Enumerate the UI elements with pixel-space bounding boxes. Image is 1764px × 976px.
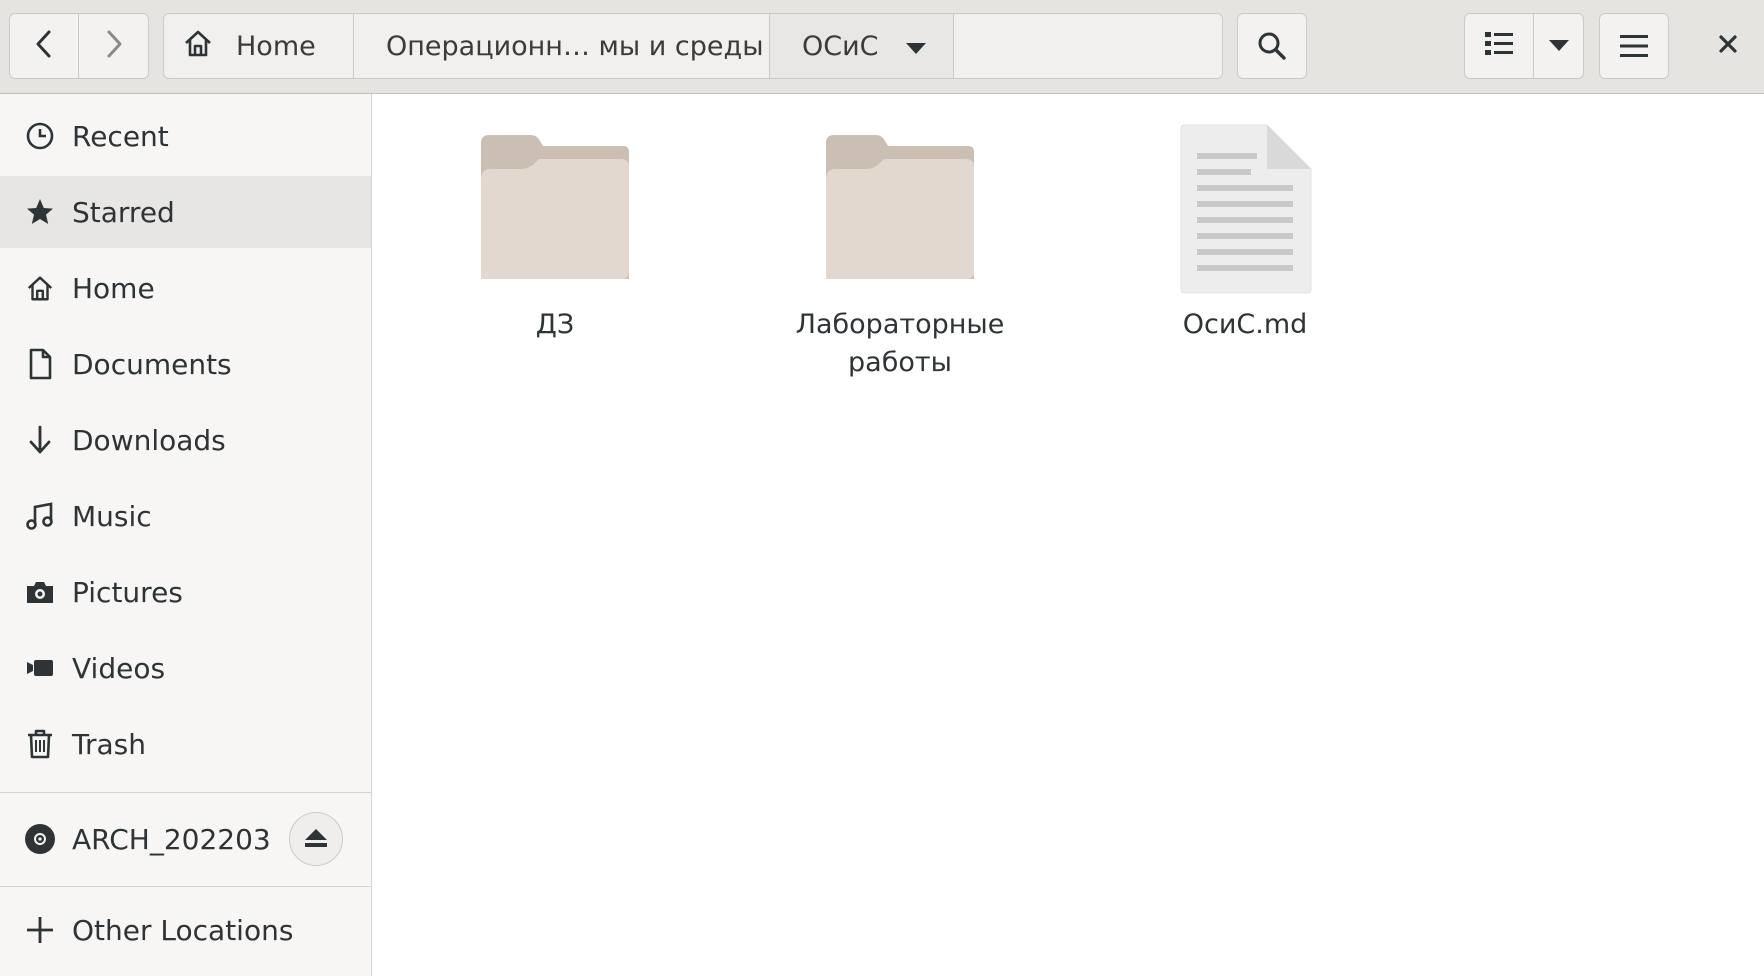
list-view-icon bbox=[1484, 30, 1514, 62]
folder-item[interactable]: ДЗ bbox=[425, 124, 685, 344]
breadcrumb-home-label: Home bbox=[236, 30, 316, 62]
file-view: ДЗ Лабораторные работы ОсиС.md bbox=[372, 94, 1764, 976]
sidebar-item-downloads[interactable]: Downloads bbox=[0, 404, 371, 476]
breadcrumb-parent-label: Операционн… мы и среды bbox=[386, 30, 764, 62]
sidebar-item-music[interactable]: Music bbox=[0, 480, 371, 552]
star-icon bbox=[24, 196, 56, 228]
sidebar-item-label: Pictures bbox=[72, 575, 183, 609]
sidebar-item-recent[interactable]: Recent bbox=[0, 100, 371, 172]
sidebar-item-home[interactable]: Home bbox=[0, 252, 371, 324]
file-name: ДЗ bbox=[535, 309, 575, 340]
view-options-button[interactable] bbox=[1534, 13, 1584, 79]
search-icon bbox=[1256, 30, 1288, 62]
sidebar-item-label: Videos bbox=[72, 651, 166, 685]
eject-icon bbox=[303, 823, 329, 856]
breadcrumb-home[interactable]: Home bbox=[164, 14, 354, 78]
sidebar-item-pictures[interactable]: Pictures bbox=[0, 556, 371, 628]
eject-button[interactable] bbox=[289, 812, 343, 866]
sidebar-item-label: Trash bbox=[72, 727, 146, 761]
path-bar: Home Операционн… мы и среды ОСиС bbox=[163, 13, 1223, 79]
sidebar-item-documents[interactable]: Documents bbox=[0, 328, 371, 400]
sidebar-item-label: Recent bbox=[72, 119, 169, 153]
back-arrow-icon bbox=[31, 29, 57, 63]
sidebar-separator bbox=[0, 886, 371, 887]
navigation-buttons bbox=[9, 13, 149, 79]
sidebar-item-device[interactable]: ARCH_202203 bbox=[0, 802, 371, 876]
sidebar-item-label: Documents bbox=[72, 347, 232, 381]
plus-icon bbox=[24, 914, 56, 946]
home-icon bbox=[24, 272, 56, 304]
folder-item[interactable]: Лабораторные работы bbox=[770, 124, 1030, 382]
sidebar-item-label: Downloads bbox=[72, 423, 226, 457]
sidebar-item-label: Home bbox=[72, 271, 155, 305]
sidebar-item-videos[interactable]: Videos bbox=[0, 632, 371, 704]
sidebar-item-label: Other Locations bbox=[72, 913, 294, 947]
file-name: ОсиС.md bbox=[1182, 309, 1308, 340]
disc-icon bbox=[24, 823, 56, 855]
text-file-icon bbox=[1160, 124, 1330, 294]
main-menu-button[interactable] bbox=[1599, 13, 1669, 79]
download-icon bbox=[24, 424, 56, 456]
header-bar: Home Операционн… мы и среды ОСиС bbox=[0, 0, 1764, 94]
sidebar-item-trash[interactable]: Trash bbox=[0, 708, 371, 780]
sidebar-item-label: Music bbox=[72, 499, 152, 533]
back-button[interactable] bbox=[9, 13, 79, 79]
forward-arrow-icon bbox=[101, 29, 127, 63]
document-icon bbox=[24, 348, 56, 380]
camera-icon bbox=[24, 576, 56, 608]
trash-icon bbox=[24, 728, 56, 760]
sidebar: Recent Starred Home Documents Downloads bbox=[0, 94, 372, 976]
video-icon bbox=[24, 652, 56, 684]
sidebar-item-starred[interactable]: Starred bbox=[0, 176, 371, 248]
sidebar-item-label: ARCH_202203 bbox=[72, 822, 271, 856]
close-icon bbox=[1718, 34, 1738, 58]
list-view-button[interactable] bbox=[1464, 13, 1534, 79]
home-icon bbox=[182, 28, 214, 65]
file-name: Лабораторные работы bbox=[795, 309, 1005, 378]
sidebar-item-other-locations[interactable]: Other Locations bbox=[0, 894, 371, 966]
search-button[interactable] bbox=[1237, 13, 1307, 79]
breadcrumb-current-label: ОСиС bbox=[802, 30, 879, 62]
folder-icon bbox=[470, 124, 640, 294]
clock-icon bbox=[24, 120, 56, 152]
breadcrumb-parent[interactable]: Операционн… мы и среды bbox=[354, 14, 770, 78]
file-manager-window: Home Операционн… мы и среды ОСиС Recent … bbox=[0, 0, 1764, 976]
close-window-button[interactable] bbox=[1700, 22, 1756, 70]
sidebar-item-label: Starred bbox=[72, 195, 175, 229]
sidebar-separator bbox=[0, 792, 371, 793]
folder-icon bbox=[815, 124, 985, 294]
chevron-down-icon bbox=[905, 31, 927, 62]
forward-button[interactable] bbox=[79, 13, 149, 79]
breadcrumb-current[interactable]: ОСиС bbox=[770, 14, 954, 78]
chevron-down-icon bbox=[1548, 37, 1570, 56]
music-icon bbox=[24, 500, 56, 532]
file-item[interactable]: ОсиС.md bbox=[1115, 124, 1375, 344]
hamburger-menu-icon bbox=[1619, 33, 1649, 59]
path-bar-empty-area[interactable] bbox=[954, 14, 1222, 78]
view-buttons bbox=[1464, 13, 1584, 79]
